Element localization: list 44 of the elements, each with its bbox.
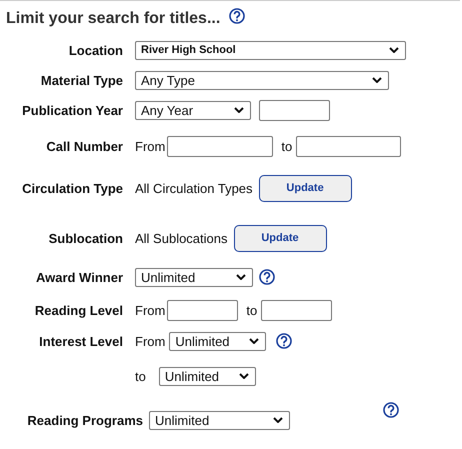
dropdown[interactable]: Unlimited [135, 268, 253, 286]
help-icon[interactable] [229, 8, 246, 24]
caret-icon [249, 338, 260, 344]
input-field[interactable] [259, 100, 330, 120]
help-icon[interactable] [259, 269, 275, 285]
dropdown[interactable]: Any Year [135, 100, 251, 120]
value-text: to [281, 138, 292, 154]
field-label: Reading Level [34, 302, 123, 318]
section-heading: Limit your search for titles... [6, 10, 220, 28]
caret-icon [372, 77, 382, 83]
dropdown[interactable]: Unlimited [158, 366, 256, 386]
field-label: Circulation Type [22, 180, 123, 196]
field-label: Call Number [46, 138, 123, 154]
value-text: All Sublocations [135, 230, 228, 246]
value-text: From [135, 138, 166, 154]
dropdown[interactable]: Unlimited [149, 410, 290, 430]
help-icon[interactable] [276, 333, 292, 349]
field-label: Award Winner [36, 270, 123, 284]
value-text: From [135, 302, 166, 318]
input-field[interactable] [261, 300, 332, 320]
input-field[interactable] [296, 136, 402, 156]
value-text: All Circulation Types [135, 180, 253, 196]
caret-icon [236, 274, 246, 280]
caret-icon [389, 47, 399, 53]
help-icon[interactable] [383, 402, 399, 418]
value-text: to [135, 368, 146, 384]
caret-icon [273, 417, 283, 423]
dropdown[interactable]: Any Type [135, 70, 389, 90]
field-label: Publication Year [22, 102, 123, 118]
field-label: Reading Programs [27, 412, 143, 428]
update-button[interactable]: Update [234, 224, 326, 252]
input-field[interactable] [167, 136, 274, 156]
value-text: to [246, 302, 258, 318]
update-button[interactable]: Update [258, 174, 352, 202]
value-text: From [135, 334, 166, 348]
dropdown[interactable]: River High School [135, 40, 406, 60]
field-label: Sublocation [48, 230, 123, 246]
caret-icon [238, 373, 249, 379]
input-field[interactable] [167, 300, 238, 320]
caret-icon [234, 107, 244, 113]
field-label: Location [68, 42, 123, 58]
dropdown[interactable]: Unlimited [169, 332, 266, 350]
field-label: Material Type [40, 72, 123, 88]
field-label: Interest Level [39, 334, 123, 348]
